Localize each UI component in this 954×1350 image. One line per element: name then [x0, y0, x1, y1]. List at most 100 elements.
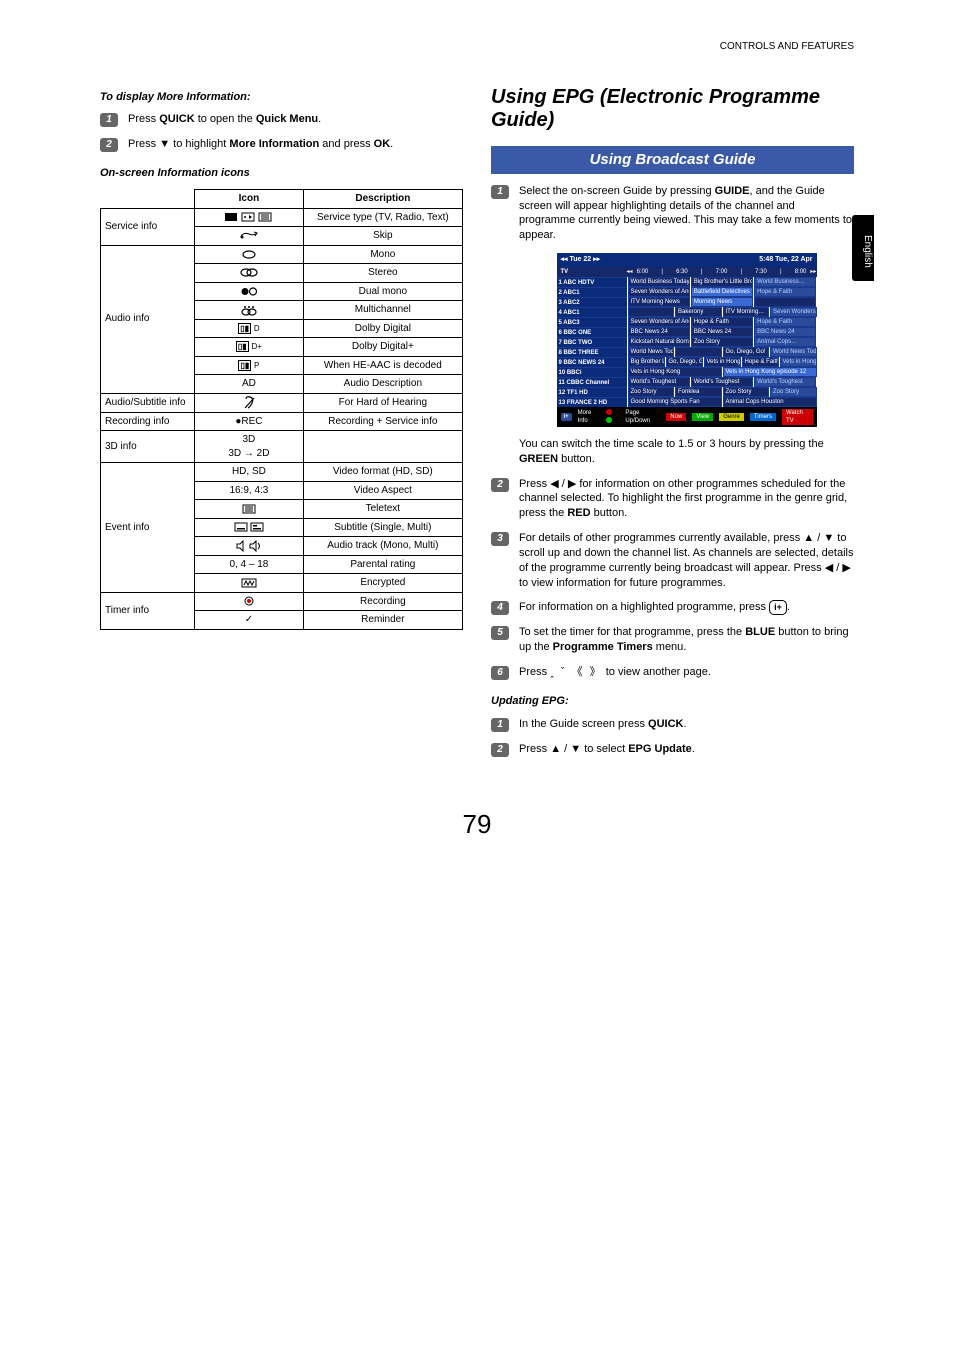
- hdsd-icon: HD, SD: [195, 463, 304, 482]
- desc-audio-track: Audio track (Mono, Multi): [303, 537, 462, 556]
- text: and press: [319, 138, 373, 150]
- epg-row: 6 BBC ONEBBC News 24BBC News 24BBC News …: [557, 327, 817, 337]
- text: .: [318, 113, 321, 125]
- step-badge: 5: [491, 626, 509, 640]
- left-right-arrow-icon: ◀ / ▶: [825, 562, 851, 574]
- desc-rec-service: Recording + Service info: [303, 412, 462, 431]
- epg-row: 13 FRANCE 2 HDGood Morning Sports FanAni…: [557, 397, 817, 407]
- text: .: [683, 718, 686, 730]
- page-nav-icon: ꞈ ˇ 《 》: [550, 666, 603, 678]
- desc-mono: Mono: [303, 245, 462, 264]
- dual-mono-icon: [195, 282, 304, 301]
- cat-service-info: Service info: [101, 208, 195, 245]
- epg-row: 1 ABC HDTVWorld Business TodayBig Brothe…: [557, 277, 817, 287]
- text: Press: [128, 113, 159, 125]
- threed-icon: 3D 3D → 2D: [195, 431, 304, 463]
- epg-row: 8 BBC THREEWorld News TodayGo, Diego, Go…: [557, 347, 817, 357]
- multichannel-icon: [195, 301, 304, 320]
- mono-icon: [195, 245, 304, 264]
- right-step-3: 3 For details of other programmes curren…: [491, 531, 854, 590]
- desc-dolby-digital: Dolby Digital: [303, 319, 462, 338]
- desc-encrypted: Encrypted: [303, 574, 462, 593]
- text: Press: [519, 743, 550, 755]
- updating-epg-heading: Updating EPG:: [491, 694, 854, 709]
- text: to view another page.: [606, 666, 711, 678]
- skip-icon: [195, 227, 304, 246]
- text: to open the: [195, 113, 256, 125]
- cat-3d-info: 3D info: [101, 431, 195, 463]
- desc-dual-mono: Dual mono: [303, 282, 462, 301]
- epg-row: 11 CBBC ChannelWorld's ToughestWorld's T…: [557, 377, 817, 387]
- to-display-more-heading: To display More Information:: [100, 90, 463, 105]
- right-step-6: 6 Press ꞈ ˇ 《 》 to view another page.: [491, 665, 854, 680]
- text: To set the timer for that programme, pre…: [519, 626, 745, 638]
- green-label: GREEN: [519, 453, 558, 465]
- step-badge-1: 1: [100, 113, 118, 127]
- quick-menu-label: Quick Menu: [256, 113, 318, 125]
- text: In the Guide screen press: [519, 718, 648, 730]
- text: For information on a highlighted program…: [519, 601, 769, 613]
- right-step-2: 2 Press ◀ / ▶ for information on other p…: [491, 477, 854, 522]
- text: .: [390, 138, 393, 150]
- desc-multichannel: Multichannel: [303, 301, 462, 320]
- text: .: [692, 743, 695, 755]
- encrypted-icon: [195, 574, 304, 593]
- hoh-icon: [195, 393, 304, 412]
- update-step-2: 2 Press ▲ / ▼ to select EPG Update.: [491, 742, 854, 757]
- text: Press: [519, 478, 550, 490]
- epg-tv-label: TV: [557, 268, 627, 276]
- parental-icon: 0, 4 – 18: [195, 555, 304, 574]
- desc-stereo: Stereo: [303, 264, 462, 283]
- text: Select the on-screen Guide by pressing: [519, 185, 715, 197]
- text: to view information for future programme…: [519, 577, 726, 589]
- epg-screenshot: ◂◂ Tue 22 ▸▸ 5:48 Tue, 22 Apr TV ◂◂ 6:00…: [557, 253, 817, 427]
- rec-icon: ●REC: [195, 412, 304, 431]
- language-tab: English: [852, 215, 874, 281]
- teletext-icon: [195, 500, 304, 519]
- epg-row: 10 BBCiVets in Hong KongVets in Hong Kon…: [557, 367, 817, 377]
- red-label: RED: [567, 507, 590, 519]
- desc-teletext: Teletext: [303, 500, 462, 519]
- blue-label: BLUE: [745, 626, 775, 638]
- icon-header: Icon: [195, 190, 304, 209]
- description-header: Description: [303, 190, 462, 209]
- right-column: Using EPG (Electronic Programme Guide) U…: [491, 84, 854, 767]
- text: button.: [558, 453, 595, 465]
- desc-service-type: Service type (TV, Radio, Text): [303, 208, 462, 227]
- desc-hoh: For Hard of Hearing: [303, 393, 462, 412]
- text: Press: [519, 666, 550, 678]
- reminder-icon: ✓: [195, 611, 304, 630]
- epg-row: 2 ABC1Seven Wonders of Ancient RomeBattl…: [557, 287, 817, 297]
- desc-video-format: Video format (HD, SD): [303, 463, 462, 482]
- left-step-1: 1 Press QUICK to open the Quick Menu.: [100, 112, 463, 127]
- epg-row: 9 BBC NEWS 24Big Brother LiveGo, Diego, …: [557, 357, 817, 367]
- cat-av-subtitle: Audio/Subtitle info: [101, 393, 195, 412]
- right-step-5: 5 To set the timer for that programme, p…: [491, 625, 854, 655]
- text: .: [787, 601, 790, 613]
- guide-label: GUIDE: [715, 185, 750, 197]
- desc-reminder: Reminder: [303, 611, 462, 630]
- desc-skip: Skip: [303, 227, 462, 246]
- epg-row: 7 BBC TWOKickstart Natural Born DealersZ…: [557, 337, 817, 347]
- step-badge: 3: [491, 532, 509, 546]
- text: button.: [591, 507, 628, 519]
- cat-timer-info: Timer info: [101, 592, 195, 629]
- text: Press: [128, 138, 159, 150]
- up-down-arrow-icon: ▲ / ▼: [803, 532, 834, 544]
- ok-label: OK: [374, 138, 391, 150]
- subtitle-icon: [195, 518, 304, 537]
- step-badge: 4: [491, 601, 509, 615]
- left-column: To display More Information: 1 Press QUI…: [100, 84, 463, 767]
- epg-update-label: EPG Update: [628, 743, 692, 755]
- page-number: 79: [100, 807, 854, 842]
- broadcast-guide-heading: Using Broadcast Guide: [491, 146, 854, 174]
- desc-dolby-digital-plus: Dolby Digital+: [303, 338, 462, 357]
- quick-label: QUICK: [159, 113, 194, 125]
- text: For details of other programmes currentl…: [519, 532, 803, 544]
- desc-parental: Parental rating: [303, 555, 462, 574]
- step-badge: 6: [491, 666, 509, 680]
- right-step-4: 4 For information on a highlighted progr…: [491, 600, 854, 615]
- info-plus-icon: i+: [769, 600, 787, 614]
- epg-date-left: ◂◂ Tue 22 ▸▸: [561, 255, 601, 264]
- dolby-digital-plus-icon: ▯▮ D+: [195, 338, 304, 357]
